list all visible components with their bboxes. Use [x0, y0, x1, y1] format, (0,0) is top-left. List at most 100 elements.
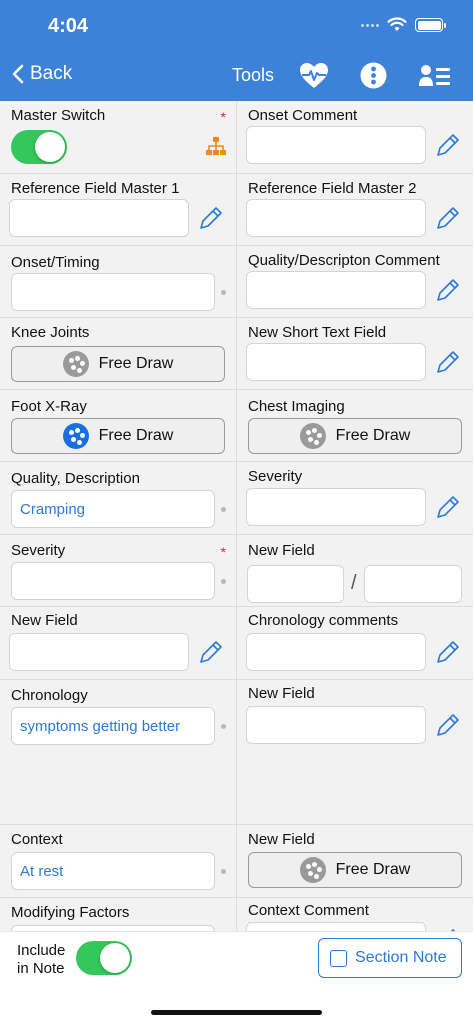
- section-note-label: Section Note: [355, 949, 447, 966]
- new-field-fraction-cell: New Field /: [237, 535, 473, 607]
- user-list-icon[interactable]: [419, 64, 451, 88]
- pencil-icon[interactable]: [197, 638, 225, 666]
- home-indicator: [151, 1010, 322, 1015]
- pencil-icon[interactable]: [434, 638, 462, 666]
- quality-description-comment-cell: Quality/Descripton Comment: [237, 246, 473, 318]
- severity-comment-label: Severity: [248, 468, 303, 485]
- onset-timing-field[interactable]: [11, 273, 215, 311]
- chronology-field[interactable]: symptoms getting better: [11, 707, 215, 745]
- palette-icon: [62, 423, 89, 449]
- form-grid: Master Switch * Onset Comment Reference …: [0, 101, 473, 931]
- pencil-icon[interactable]: [434, 348, 462, 376]
- modifying-factors-label: Modifying Factors: [11, 904, 130, 921]
- severity-comment-field[interactable]: [246, 488, 426, 526]
- foot-xray-free-draw-button[interactable]: Free Draw: [11, 418, 225, 454]
- quality-description-field[interactable]: Cramping: [11, 490, 215, 528]
- severity-cell: Severity *: [0, 535, 236, 607]
- new-field-label: New Field: [248, 831, 315, 848]
- status-time: 4:04: [48, 15, 89, 37]
- reference-field-master-1-label: Reference Field Master 1: [11, 180, 180, 197]
- quality-description-comment-field[interactable]: [246, 271, 426, 309]
- pencil-icon[interactable]: [197, 204, 225, 232]
- context-field[interactable]: At rest: [11, 852, 215, 890]
- pencil-icon[interactable]: [434, 131, 462, 159]
- context-comment-field[interactable]: [246, 922, 426, 931]
- chronology-comments-field[interactable]: [246, 633, 426, 671]
- more-dot[interactable]: [221, 579, 226, 584]
- foot-xray-label: Foot X-Ray: [11, 398, 87, 415]
- quality-description-cell: Quality, Description Cramping: [0, 462, 236, 535]
- more-dot[interactable]: [221, 290, 226, 295]
- master-switch-cell: Master Switch *: [0, 101, 236, 174]
- tools-button[interactable]: Tools: [232, 65, 274, 86]
- new-short-text-field-label: New Short Text Field: [248, 324, 387, 341]
- modifying-factors-cell: Modifying Factors: [0, 898, 236, 931]
- cellular-signal-icon: [361, 23, 379, 27]
- foot-xray-cell: Foot X-Ray Free Draw: [0, 390, 236, 462]
- new-field-text-2-cell: New Field: [237, 680, 473, 825]
- context-comment-cell: Context Comment: [237, 898, 473, 931]
- master-switch-label: Master Switch: [11, 107, 106, 124]
- more-dot[interactable]: [221, 724, 226, 729]
- section-note-button[interactable]: Section Note: [318, 938, 462, 978]
- chest-imaging-free-draw-button[interactable]: Free Draw: [248, 418, 462, 454]
- more-vertical-icon[interactable]: [360, 62, 387, 89]
- chronology-comments-cell: Chronology comments: [237, 607, 473, 680]
- heart-pulse-icon[interactable]: [299, 62, 329, 90]
- required-mark: *: [220, 544, 226, 560]
- knee-joints-free-draw-button[interactable]: Free Draw: [11, 346, 225, 382]
- chest-imaging-cell: Chest Imaging Free Draw: [237, 390, 473, 462]
- free-draw-label: Free Draw: [335, 861, 411, 878]
- chronology-comments-label: Chronology comments: [248, 612, 399, 629]
- context-cell: Context At rest: [0, 825, 236, 898]
- free-draw-label: Free Draw: [335, 427, 411, 444]
- new-field-text-2-input[interactable]: [246, 706, 426, 744]
- pencil-icon[interactable]: [434, 493, 462, 521]
- onset-comment-cell: Onset Comment: [237, 101, 473, 174]
- severity-label: Severity: [11, 542, 66, 559]
- new-short-text-field-input[interactable]: [246, 343, 426, 381]
- pencil-icon[interactable]: [434, 276, 462, 304]
- onset-timing-label: Onset/Timing: [11, 254, 100, 271]
- master-switch-toggle[interactable]: [11, 130, 67, 164]
- chronology-label: Chronology: [11, 687, 88, 704]
- knee-joints-cell: Knee Joints Free Draw: [0, 318, 236, 390]
- footer-bar: Include in Note Section Note: [0, 931, 473, 1024]
- reference-field-master-1-field[interactable]: [9, 199, 189, 237]
- new-short-text-field-cell: New Short Text Field: [237, 318, 473, 390]
- pencil-icon[interactable]: [434, 204, 462, 232]
- pencil-icon[interactable]: [434, 711, 462, 739]
- new-field-free-draw-button[interactable]: Free Draw: [248, 852, 462, 888]
- new-field-part-a[interactable]: [247, 565, 344, 603]
- battery-icon: [415, 18, 446, 32]
- onset-comment-field[interactable]: [246, 126, 426, 164]
- new-field-text-input[interactable]: [9, 633, 189, 671]
- include-in-note-label: Include in Note: [17, 942, 66, 977]
- context-comment-label: Context Comment: [248, 902, 369, 919]
- back-button[interactable]: Back: [12, 63, 72, 85]
- new-field-label: New Field: [11, 612, 78, 629]
- hierarchy-icon[interactable]: [206, 137, 226, 155]
- context-label: Context: [11, 831, 63, 848]
- palette-icon: [299, 857, 326, 883]
- wifi-icon: [387, 17, 407, 31]
- severity-field[interactable]: [11, 562, 215, 600]
- onset-comment-label: Onset Comment: [248, 107, 358, 124]
- more-dot[interactable]: [221, 869, 226, 874]
- more-dot[interactable]: [221, 507, 226, 512]
- include-in-note-toggle[interactable]: [76, 941, 132, 975]
- new-field-text-cell: New Field: [0, 607, 236, 680]
- status-icons: [361, 17, 446, 33]
- palette-icon: [62, 351, 89, 377]
- free-draw-label: Free Draw: [98, 427, 174, 444]
- reference-field-master-2-cell: Reference Field Master 2: [237, 174, 473, 246]
- chevron-left-icon: [12, 64, 24, 84]
- reference-field-master-2-field[interactable]: [246, 199, 426, 237]
- free-draw-label: Free Draw: [98, 355, 174, 372]
- quality-description-label: Quality, Description: [11, 470, 140, 487]
- new-field-label: New Field: [248, 685, 315, 702]
- checkbox-icon: [330, 949, 347, 967]
- reference-field-master-1-cell: Reference Field Master 1: [0, 174, 236, 246]
- onset-timing-cell: Onset/Timing: [0, 246, 236, 318]
- new-field-part-b[interactable]: [364, 565, 462, 603]
